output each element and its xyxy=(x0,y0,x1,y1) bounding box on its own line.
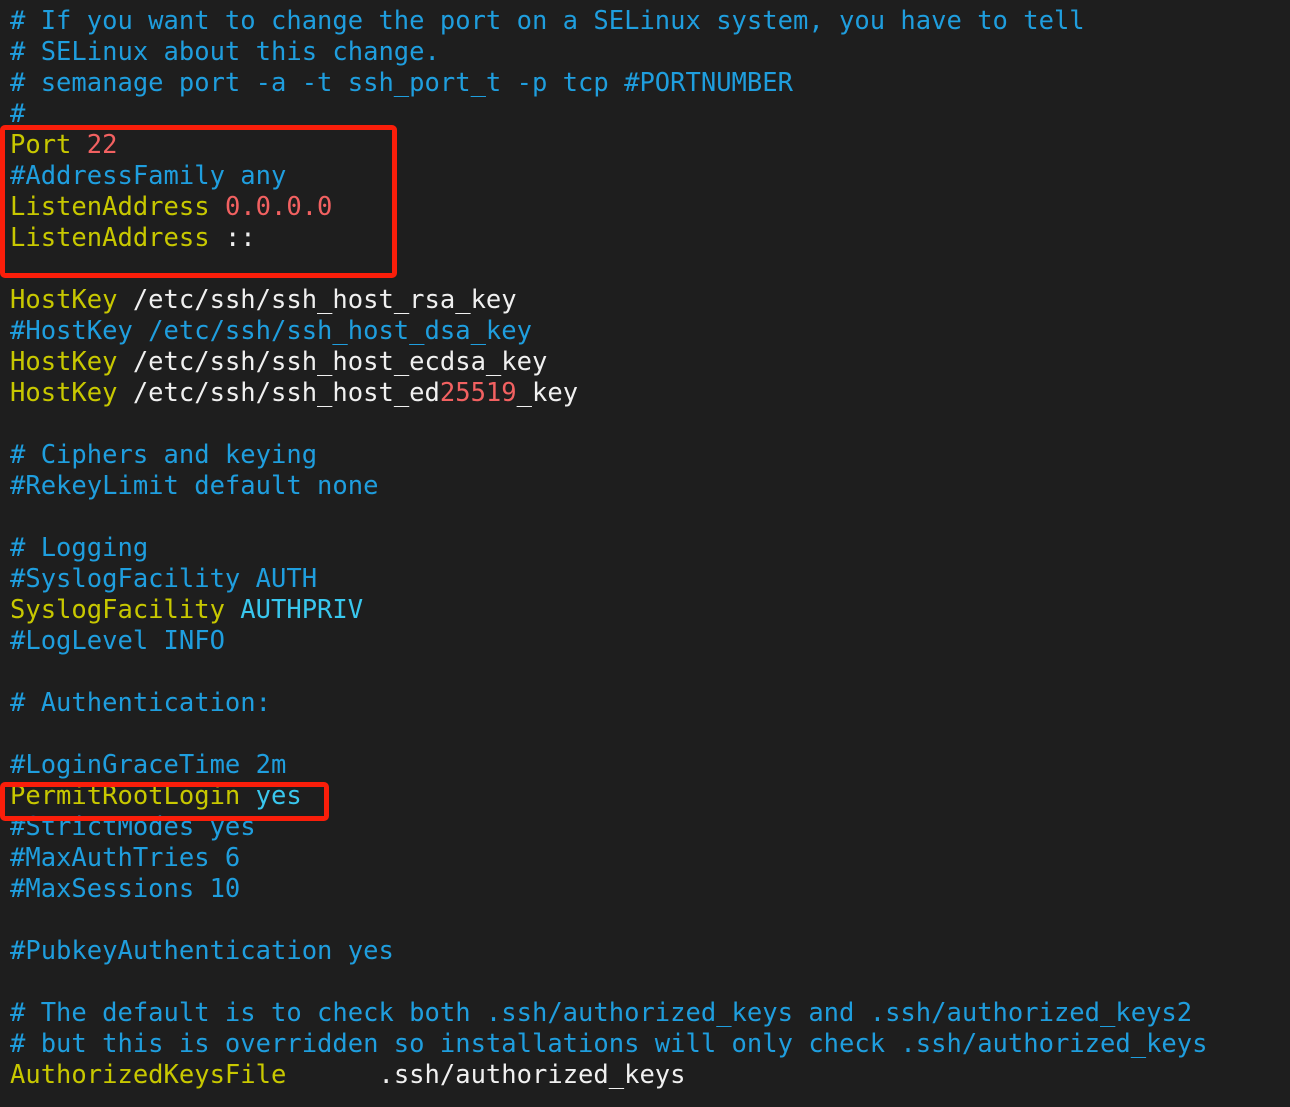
code-token: /etc/ssh/ssh_host_ed xyxy=(132,378,440,408)
code-token: AuthorizedKeysFile xyxy=(10,1060,287,1090)
code-line: #RekeyLimit default none xyxy=(10,471,1290,502)
code-token: # The default is to check both .ssh/auth… xyxy=(10,998,1193,1028)
code-token: ListenAddress xyxy=(10,223,225,253)
code-line: ListenAddress 0.0.0.0 xyxy=(10,192,1290,223)
code-line: #LogLevel INFO xyxy=(10,626,1290,657)
code-line: HostKey /etc/ssh/ssh_host_ed25519_key xyxy=(10,378,1290,409)
code-token: #PubkeyAuthentication yes xyxy=(10,936,394,966)
code-token: HostKey xyxy=(10,347,133,377)
code-token: PermitRootLogin xyxy=(10,781,256,811)
code-line: #MaxAuthTries 6 xyxy=(10,843,1290,874)
code-token: #RekeyLimit default none xyxy=(10,471,379,501)
code-token: ListenAddress xyxy=(10,192,225,222)
code-line: Port 22 xyxy=(10,130,1290,161)
code-token: /etc/ssh/ssh_host_rsa_key xyxy=(132,285,517,315)
code-token: # SELinux about this change. xyxy=(10,37,440,67)
code-token: #HostKey /etc/ssh/ssh_host_dsa_key xyxy=(10,316,532,346)
code-line: SyslogFacility AUTHPRIV xyxy=(10,595,1290,626)
config-file-content[interactable]: # If you want to change the port on a SE… xyxy=(0,6,1290,1091)
code-token: :: xyxy=(224,223,256,253)
code-line: # semanage port -a -t ssh_port_t -p tcp … xyxy=(10,68,1290,99)
code-line: #SyslogFacility AUTH xyxy=(10,564,1290,595)
code-token: #MaxAuthTries 6 xyxy=(10,843,241,873)
code-line: # xyxy=(10,99,1290,130)
code-token: yes xyxy=(255,781,302,811)
code-token: # If you want to change the port on a SE… xyxy=(10,6,1085,36)
code-token: AUTHPRIV xyxy=(240,595,364,625)
code-line: #AddressFamily any xyxy=(10,161,1290,192)
code-line: #PubkeyAuthentication yes xyxy=(10,936,1290,967)
code-token: #LogLevel INFO xyxy=(10,626,225,656)
code-token: #StrictModes yes xyxy=(10,812,256,842)
code-token: #MaxSessions 10 xyxy=(10,874,241,904)
code-token: 0.0.0.0 xyxy=(224,192,333,222)
terminal-window: # If you want to change the port on a SE… xyxy=(0,0,1290,1107)
code-line: # The default is to check both .ssh/auth… xyxy=(10,998,1290,1029)
code-line: # If you want to change the port on a SE… xyxy=(10,6,1290,37)
code-token: #LoginGraceTime 2m xyxy=(10,750,287,780)
code-token: /etc/ssh/ssh_host_ecdsa_key xyxy=(132,347,548,377)
code-line: # Ciphers and keying xyxy=(10,440,1290,471)
code-token: _key xyxy=(516,378,579,408)
code-token: #AddressFamily any xyxy=(10,161,287,191)
code-token: .ssh/authorized_keys xyxy=(378,1060,686,1090)
code-token: # Authentication: xyxy=(10,688,271,718)
code-line: #MaxSessions 10 xyxy=(10,874,1290,905)
code-token: 25519 xyxy=(439,378,517,408)
code-token: # semanage port -a -t ssh_port_t -p tcp … xyxy=(10,68,793,98)
code-line: HostKey /etc/ssh/ssh_host_rsa_key xyxy=(10,285,1290,316)
code-line: # but this is overridden so installation… xyxy=(10,1029,1290,1060)
code-token: # xyxy=(10,99,26,129)
code-line: # Authentication: xyxy=(10,688,1290,719)
code-token: 22 xyxy=(86,130,118,160)
code-line: # SELinux about this change. xyxy=(10,37,1290,68)
code-token: SyslogFacility xyxy=(10,595,241,625)
code-line: ListenAddress :: xyxy=(10,223,1290,254)
code-token: Port xyxy=(10,130,87,160)
code-token: HostKey xyxy=(10,378,133,408)
code-token: #SyslogFacility AUTH xyxy=(10,564,318,594)
code-line: HostKey /etc/ssh/ssh_host_ecdsa_key xyxy=(10,347,1290,378)
code-token: # but this is overridden so installation… xyxy=(10,1029,1208,1059)
code-line: AuthorizedKeysFile .ssh/authorized_keys xyxy=(10,1060,1290,1091)
code-line: #LoginGraceTime 2m xyxy=(10,750,1290,781)
code-token: # Logging xyxy=(10,533,149,563)
code-line: #StrictModes yes xyxy=(10,812,1290,843)
code-token: HostKey xyxy=(10,285,133,315)
code-line: PermitRootLogin yes xyxy=(10,781,1290,812)
code-line: #HostKey /etc/ssh/ssh_host_dsa_key xyxy=(10,316,1290,347)
code-token: # Ciphers and keying xyxy=(10,440,318,470)
code-line: # Logging xyxy=(10,533,1290,564)
